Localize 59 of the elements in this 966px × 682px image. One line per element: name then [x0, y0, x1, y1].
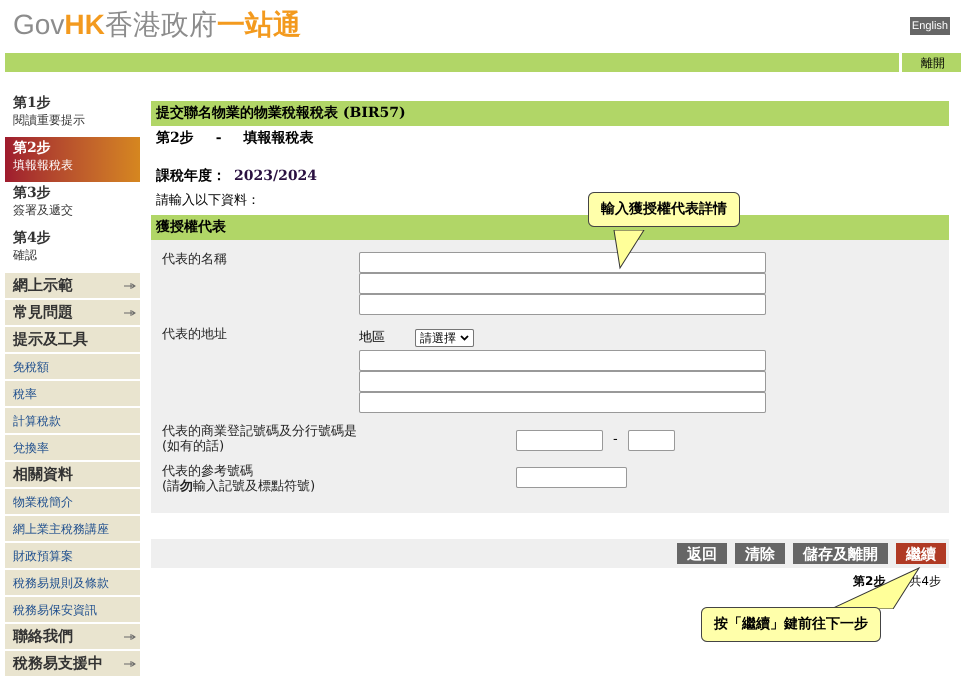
menu-link[interactable]: 免稅額: [5, 354, 140, 379]
menu-link[interactable]: 兌換率: [5, 435, 140, 460]
menu-link[interactable]: 稅務易保安資訊: [5, 597, 140, 622]
tax-year-label: 課稅年度：: [156, 166, 226, 186]
menu-link[interactable]: 物業稅簡介: [5, 489, 140, 514]
page-title: 提交聯名物業的物業稅報稅表 (BIR57): [151, 101, 949, 126]
action-button[interactable]: 返回: [677, 543, 727, 564]
language-button[interactable]: English: [910, 17, 950, 35]
expand-arrow-icon: [124, 280, 136, 290]
expand-arrow-icon: [124, 658, 136, 668]
menu-heading[interactable]: 相關資料: [5, 462, 140, 487]
expand-arrow-icon: [124, 632, 136, 642]
text-field[interactable]: [359, 252, 766, 273]
field-label: (請勿輸入記號及標點符號): [162, 479, 316, 494]
text-field[interactable]: [628, 430, 675, 450]
region-dropdown[interactable]: 請選擇: [415, 329, 474, 347]
text-field[interactable]: [359, 392, 766, 413]
menu-heading[interactable]: 提示及工具: [5, 327, 140, 352]
field-label: (如有的話): [162, 439, 226, 454]
tax-year-value: 2023/2024: [234, 166, 318, 186]
step-name: 填報報稅表: [244, 128, 314, 148]
menu-heading[interactable]: 聯絡我們: [5, 624, 140, 649]
expand-arrow-icon: [124, 308, 136, 318]
region-label: 地區: [359, 329, 386, 348]
step-label: 第2步: [156, 128, 194, 148]
text-field[interactable]: [516, 466, 627, 488]
current-step: 第2步: [853, 572, 886, 590]
callout-bubble: 按「繼續」鍵前往下一步: [701, 607, 881, 642]
text-field[interactable]: [359, 273, 766, 294]
field-label: 代表的參考號碼: [162, 464, 254, 479]
field-label: 代表的商業登記號碼及分行號碼是: [162, 424, 358, 439]
action-button[interactable]: 儲存及離開: [793, 543, 888, 564]
menu-link[interactable]: 計算稅款: [5, 408, 140, 433]
step-item: 第3步 簽署及遞交: [12, 184, 74, 219]
menu-link[interactable]: 網上業主稅務講座: [5, 516, 140, 541]
callout-bubble: 輸入獲授權代表詳情: [588, 192, 740, 227]
menu-heading[interactable]: 常見問題: [5, 300, 140, 325]
menu-heading[interactable]: 網上示範: [5, 273, 140, 298]
field-label: 代表的名稱: [162, 252, 228, 267]
separator: -: [216, 128, 222, 148]
menu-heading[interactable]: 稅務易支援中: [5, 651, 140, 676]
menu-link[interactable]: 財政預算案: [5, 543, 140, 568]
text-field[interactable]: [359, 294, 766, 315]
step-item: 第2步 填報報稅表: [5, 137, 140, 182]
step-item: 第4步 確認: [12, 229, 52, 264]
chevron-down-icon: [460, 335, 469, 341]
field-label: 代表的地址: [162, 327, 228, 342]
text-field[interactable]: [359, 371, 766, 392]
action-button[interactable]: 清除: [735, 543, 785, 564]
separator: -: [613, 431, 618, 450]
exit-button[interactable]: 離開: [902, 53, 961, 72]
text-field[interactable]: [516, 430, 603, 450]
text-field[interactable]: [359, 350, 766, 371]
step-item: 第1步 閱讀重要提示: [12, 94, 86, 129]
menu-link[interactable]: 稅務易規則及條款: [5, 570, 140, 595]
menu-link[interactable]: 稅率: [5, 381, 140, 406]
action-button[interactable]: 繼續: [896, 543, 946, 564]
section-title: 獲授權代表: [151, 215, 949, 240]
instruction-text: 請輸入以下資料：: [156, 192, 260, 210]
